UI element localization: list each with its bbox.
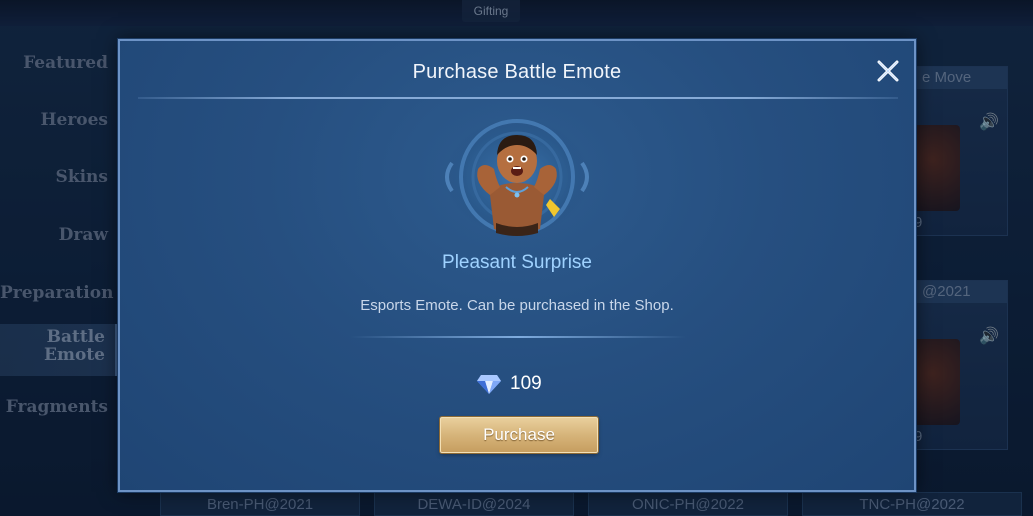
- diamond-icon: [476, 373, 502, 395]
- close-button[interactable]: [874, 57, 902, 85]
- dialog-title: Purchase Battle Emote: [412, 61, 622, 83]
- content-divider: [350, 336, 686, 338]
- purchase-emote-dialog: Purchase Battle Emote Pleasant Surprise …: [118, 39, 916, 492]
- purchase-button[interactable]: Purchase: [440, 417, 598, 453]
- title-divider: [138, 97, 898, 99]
- price-row: 109: [476, 371, 566, 397]
- price-value: 109: [510, 373, 542, 394]
- emote-image: [438, 113, 596, 241]
- emote-description: Esports Emote. Can be purchased in the S…: [360, 297, 674, 314]
- emote-name: Pleasant Surprise: [442, 252, 592, 273]
- close-icon: [877, 60, 899, 82]
